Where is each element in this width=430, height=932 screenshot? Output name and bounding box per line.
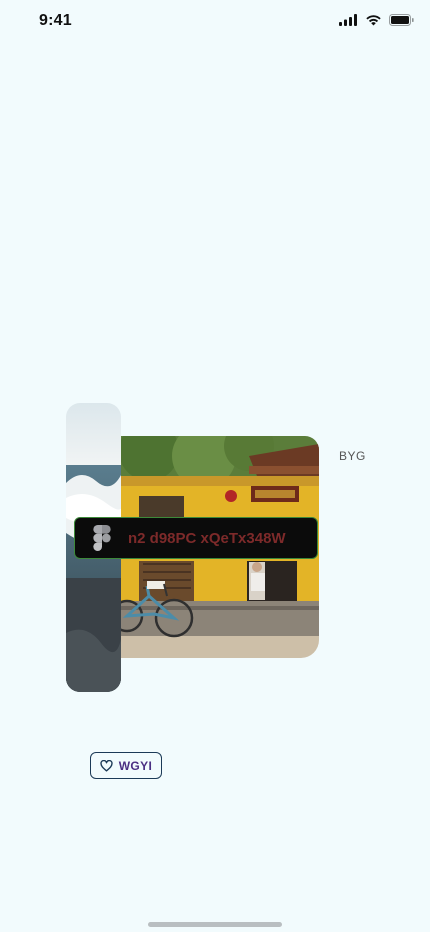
like-button-label: WGYI xyxy=(118,758,153,773)
status-icons xyxy=(339,14,414,26)
home-indicator[interactable] xyxy=(148,922,282,927)
like-button[interactable]: WGYI xyxy=(90,752,162,779)
battery-icon xyxy=(389,14,414,26)
wifi-icon xyxy=(366,15,381,26)
caption-text: BYG xyxy=(339,449,366,463)
figma-icon xyxy=(93,525,111,551)
figma-link-pill[interactable]: n2 d98PC xQeTx348W xyxy=(74,517,318,559)
status-bar: 9:41 xyxy=(0,0,430,46)
status-time: 9:41 xyxy=(39,12,72,29)
figma-pill-text: n2 d98PC xQeTx348W xyxy=(128,529,286,547)
cellular-signal-icon xyxy=(339,14,357,26)
heart-icon xyxy=(100,759,113,772)
